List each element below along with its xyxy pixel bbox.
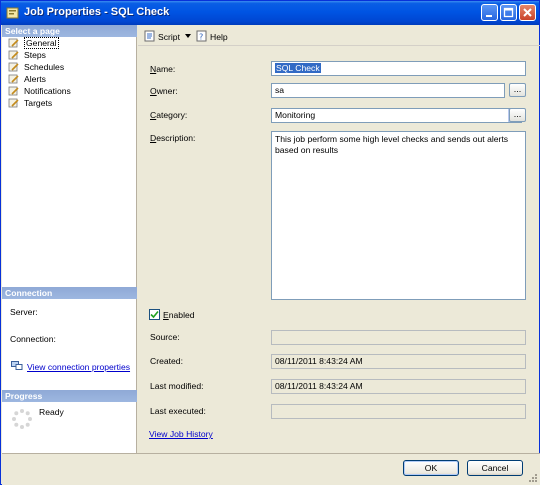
progress-status: Ready: [39, 407, 64, 417]
progress-section: Progress Ready: [2, 388, 137, 458]
connection-section: Connection Server: Connection: View conn…: [2, 285, 137, 387]
job-window-icon: [6, 7, 19, 19]
last-modified-label: Last modified:: [150, 381, 204, 391]
page-item-schedules[interactable]: Schedules: [2, 61, 137, 73]
page-item-targets[interactable]: Targets: [2, 97, 137, 109]
toolbar: Script ? Help: [138, 25, 540, 46]
owner-label: Owner:: [150, 86, 178, 96]
help-icon: ?: [196, 30, 207, 42]
connection-header: Connection: [2, 287, 137, 299]
last-executed-field: [271, 404, 526, 419]
script-button[interactable]: Script: [144, 30, 194, 43]
script-label: Script: [158, 32, 180, 42]
page-wrench-icon: [8, 98, 19, 108]
last-modified-field: 08/11/2011 8:43:24 AM: [271, 379, 526, 394]
connection-properties-icon: [11, 361, 23, 370]
page-item-steps[interactable]: Steps: [2, 49, 137, 61]
page-list: General Steps Schedules Alerts Notificat…: [2, 37, 137, 109]
source-field: [271, 330, 526, 345]
created-label: Created:: [150, 356, 183, 366]
page-item-notifications[interactable]: Notifications: [2, 85, 137, 97]
job-properties-window: Job Properties - SQL Check Select a page…: [0, 0, 540, 485]
page-wrench-icon: [8, 74, 19, 84]
page-item-label: General: [24, 37, 59, 49]
close-icon: [523, 8, 532, 17]
source-label: Source:: [150, 332, 180, 342]
close-button[interactable]: [519, 4, 536, 21]
description-textarea[interactable]: This job perform some high level checks …: [271, 131, 526, 300]
page-wrench-icon: [8, 62, 19, 72]
page-item-alerts[interactable]: Alerts: [2, 73, 137, 85]
script-icon: [144, 30, 155, 42]
title-bar[interactable]: Job Properties - SQL Check: [1, 1, 539, 25]
help-button[interactable]: ? Help: [196, 30, 228, 43]
minimize-icon: [486, 15, 492, 17]
category-select[interactable]: Monitoring: [271, 108, 522, 123]
help-label: Help: [210, 32, 228, 42]
dialog-button-bar: OK Cancel: [2, 453, 540, 485]
progress-header: Progress: [2, 390, 137, 402]
cancel-button[interactable]: Cancel: [467, 460, 523, 476]
enabled-label: Enabled: [163, 310, 195, 320]
category-value: Monitoring: [275, 110, 316, 120]
select-page-header: Select a page: [2, 25, 137, 37]
name-input[interactable]: SQL Check: [271, 61, 526, 76]
server-label: Server:: [10, 307, 38, 317]
owner-input[interactable]: sa: [271, 83, 505, 98]
progress-spinner-icon: [12, 409, 32, 429]
connection-label: Connection:: [10, 334, 56, 344]
created-field: 08/11/2011 8:43:24 AM: [271, 354, 526, 369]
last-executed-label: Last executed:: [150, 406, 206, 416]
category-label: Category:: [150, 110, 188, 120]
general-page-form: Name: SQL Check Owner: sa ... Category: …: [138, 46, 540, 457]
page-item-label: Alerts: [24, 74, 46, 84]
checkmark-icon: [150, 310, 159, 319]
minimize-button[interactable]: [481, 4, 498, 21]
name-label: Name:: [150, 64, 176, 74]
enabled-checkbox[interactable]: [149, 309, 160, 320]
page-item-label: Notifications: [24, 86, 71, 96]
chevron-down-icon: [185, 34, 192, 38]
name-value: SQL Check: [275, 63, 321, 73]
page-item-label: Steps: [24, 50, 46, 60]
ok-button[interactable]: OK: [403, 460, 459, 476]
description-label: Description:: [150, 133, 196, 143]
resize-grip-icon[interactable]: [528, 473, 538, 483]
view-connection-properties-link[interactable]: View connection properties: [27, 362, 130, 372]
page-wrench-icon: [8, 50, 19, 60]
page-item-label: Targets: [24, 98, 53, 108]
view-job-history-link[interactable]: View Job History: [149, 429, 213, 439]
window-title: Job Properties - SQL Check: [24, 6, 170, 18]
page-item-label: Schedules: [24, 62, 65, 72]
left-pane: Select a page General Steps Schedules Al…: [2, 25, 137, 459]
maximize-icon: [503, 7, 514, 18]
page-wrench-icon: [8, 86, 19, 96]
owner-browse-button[interactable]: ...: [509, 83, 526, 97]
maximize-button[interactable]: [500, 4, 517, 21]
page-wrench-icon: [8, 38, 19, 48]
category-browse-button[interactable]: ...: [509, 108, 526, 122]
page-item-general[interactable]: General: [2, 37, 137, 49]
svg-text:?: ?: [199, 33, 203, 42]
